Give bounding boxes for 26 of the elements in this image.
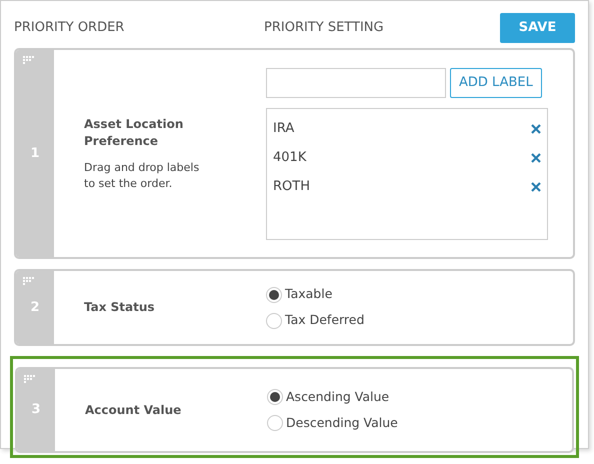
label-item[interactable]: IRA [273, 118, 294, 138]
priority-title: Account Value [85, 402, 182, 418]
column-heading: PRIORITY ORDER [14, 20, 124, 36]
save-button[interactable]: SAVE [500, 13, 575, 43]
add-label-button[interactable]: ADD LABEL [450, 68, 542, 98]
grip-icon [23, 277, 35, 285]
radio-label: Tax Deferred [285, 311, 364, 330]
label-input-field[interactable] [266, 68, 446, 98]
column-heading: PRIORITY SETTING [264, 19, 384, 38]
radio-button[interactable] [266, 286, 282, 302]
priority-title: Tax Status [84, 299, 156, 316]
close-icon[interactable] [531, 124, 541, 134]
priority-description: Drag and drop labels to set the order. [84, 160, 200, 192]
grip-icon [24, 375, 36, 383]
radio-label: Descending Value [286, 414, 398, 432]
radio-label: Taxable [285, 285, 332, 304]
priority-title: Asset Location Preference [84, 116, 184, 150]
radio-label: Ascending Value [286, 388, 390, 406]
close-icon[interactable] [531, 182, 541, 192]
label-item[interactable]: 401K [273, 148, 306, 168]
radio-button[interactable] [267, 389, 283, 405]
radio-button[interactable] [266, 312, 282, 328]
label-item[interactable]: ROTH [273, 176, 310, 196]
grip-icon [23, 56, 35, 64]
radio-button[interactable] [267, 415, 283, 431]
close-icon[interactable] [531, 152, 541, 162]
